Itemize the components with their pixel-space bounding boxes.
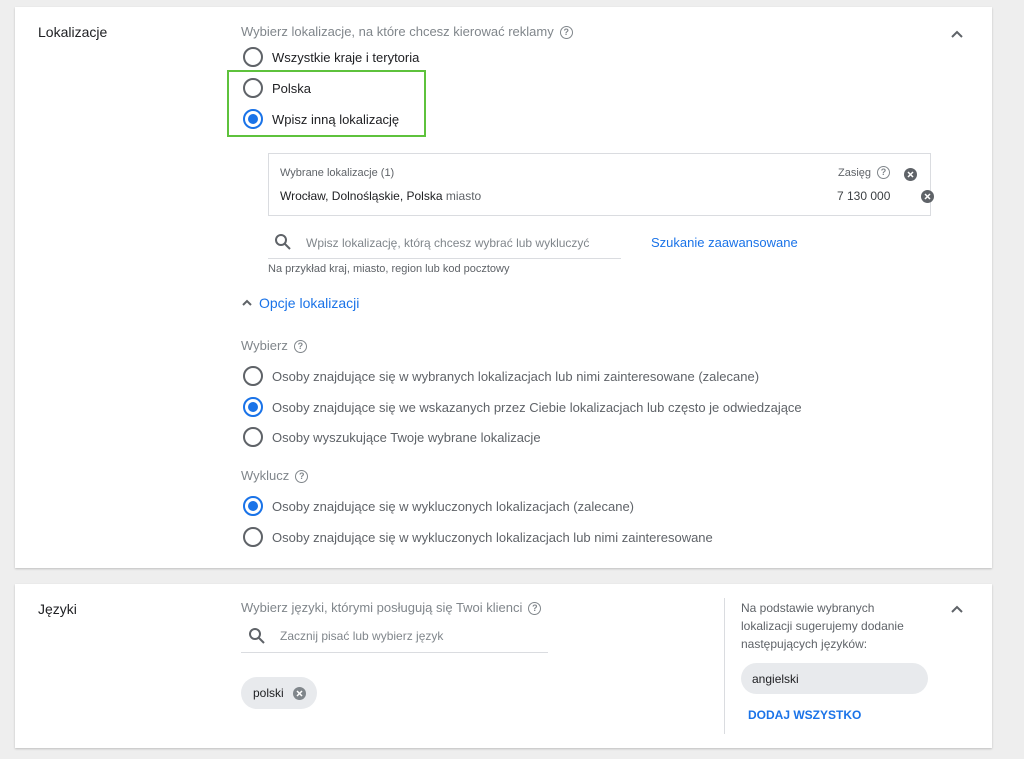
radio-include-presence[interactable]: Osoby znajdujące się we wskazanych przez…	[243, 396, 802, 418]
radio-label: Osoby znajdujące się w wybranych lokaliz…	[272, 368, 760, 384]
radio-label: Osoby wyszukujące Twoje wybrane lokaliza…	[272, 429, 541, 445]
location-options-toggle[interactable]: Opcje lokalizacji	[241, 295, 359, 311]
location-options-label: Opcje lokalizacji	[259, 295, 360, 311]
radio-label: Osoby znajdujące się we wskazanych przez…	[272, 399, 802, 415]
location-item-reach: 7 130 000	[837, 189, 891, 203]
languages-question-text: Wybierz języki, którymi posługują się Tw…	[241, 600, 523, 615]
help-icon[interactable]: ?	[293, 340, 307, 354]
remove-all-icon[interactable]	[904, 168, 917, 181]
radio-label: Osoby znajdujące się w wykluczonych loka…	[272, 529, 713, 545]
radio-include-search[interactable]: Osoby wyszukujące Twoje wybrane lokaliza…	[243, 426, 541, 448]
radio-button-selected[interactable]	[243, 397, 263, 417]
search-underline	[268, 258, 621, 259]
location-question-text: Wybierz lokalizacje, na które chcesz kie…	[241, 24, 554, 39]
help-icon[interactable]: ?	[528, 602, 542, 616]
location-item-name: Wrocław, Dolnośląskie, Polska	[280, 189, 443, 203]
chevron-up-icon	[242, 299, 252, 306]
location-card: Lokalizacje Wybierz lokalizacje, na któr…	[15, 7, 992, 568]
selected-locations-header: Wybrane lokalizacje (1)	[280, 167, 395, 179]
search-icon	[274, 233, 292, 256]
radio-include-interested[interactable]: Osoby znajdujące się w wybranych lokaliz…	[243, 365, 759, 387]
search-underline	[241, 652, 548, 653]
radio-all-countries[interactable]: Wszystkie kraje i terytoria	[243, 46, 419, 68]
collapse-chevron-icon[interactable]	[950, 27, 964, 41]
search-icon	[248, 627, 266, 650]
radio-label: Osoby znajdujące się w wykluczonych loka…	[272, 498, 635, 514]
reach-header: Zasięg?	[838, 166, 891, 179]
exclude-title-text: Wyklucz	[241, 468, 290, 483]
help-icon[interactable]: ?	[295, 470, 309, 484]
location-search-hint: Na przykład kraj, miasto, region lub kod…	[268, 263, 510, 275]
divider	[724, 598, 725, 734]
collapse-chevron-icon[interactable]	[950, 602, 964, 616]
advanced-search-link[interactable]: Szukanie zaawansowane	[651, 235, 798, 250]
remove-chip-icon[interactable]	[292, 686, 306, 700]
radio-label: Wszystkie kraje i terytoria	[272, 49, 420, 65]
location-item: Wrocław, Dolnośląskie, Polska miasto	[280, 189, 481, 203]
location-question: Wybierz lokalizacje, na które chcesz kie…	[241, 24, 573, 40]
languages-question: Wybierz języki, którymi posługują się Tw…	[241, 600, 542, 616]
languages-card: Języki Wybierz języki, którymi posługują…	[15, 584, 992, 748]
include-title: Wybierz?	[241, 338, 307, 354]
suggestion-text: Na podstawie wybranych lokalizacji suger…	[741, 601, 904, 651]
radio-exclude-interested[interactable]: Osoby znajdujące się w wykluczonych loka…	[243, 526, 713, 548]
section-title-languages: Języki	[38, 601, 77, 617]
exclude-title: Wyklucz?	[241, 468, 309, 484]
suggested-chip-angielski[interactable]: angielski	[741, 663, 928, 694]
chip-label: angielski	[752, 671, 799, 686]
radio-button[interactable]	[243, 527, 263, 547]
chip-label: polski	[253, 686, 284, 700]
help-icon[interactable]: ?	[877, 166, 891, 179]
include-title-text: Wybierz	[241, 338, 288, 353]
radio-button[interactable]	[243, 366, 263, 386]
reach-label: Zasięg	[838, 166, 872, 179]
location-search-input[interactable]: Wpisz lokalizację, którą chcesz wybrać l…	[306, 236, 589, 250]
location-item-type: miasto	[445, 189, 482, 203]
highlight-box	[227, 70, 426, 137]
language-chip-polski[interactable]: polski	[241, 677, 317, 709]
radio-button[interactable]	[243, 47, 263, 67]
help-icon[interactable]: ?	[559, 26, 573, 40]
remove-location-icon[interactable]	[921, 190, 935, 203]
section-title-location: Lokalizacje	[38, 24, 108, 40]
add-all-button[interactable]: DODAJ WSZYSTKO	[748, 708, 861, 722]
radio-button-selected[interactable]	[243, 496, 263, 516]
language-search-input[interactable]: Zacznij pisać lub wybierz język	[280, 629, 443, 643]
selected-locations-box: Wybrane lokalizacje (1) Zasięg? Wrocław,…	[268, 153, 935, 216]
radio-button[interactable]	[243, 427, 263, 447]
radio-exclude-presence[interactable]: Osoby znajdujące się w wykluczonych loka…	[243, 495, 634, 517]
